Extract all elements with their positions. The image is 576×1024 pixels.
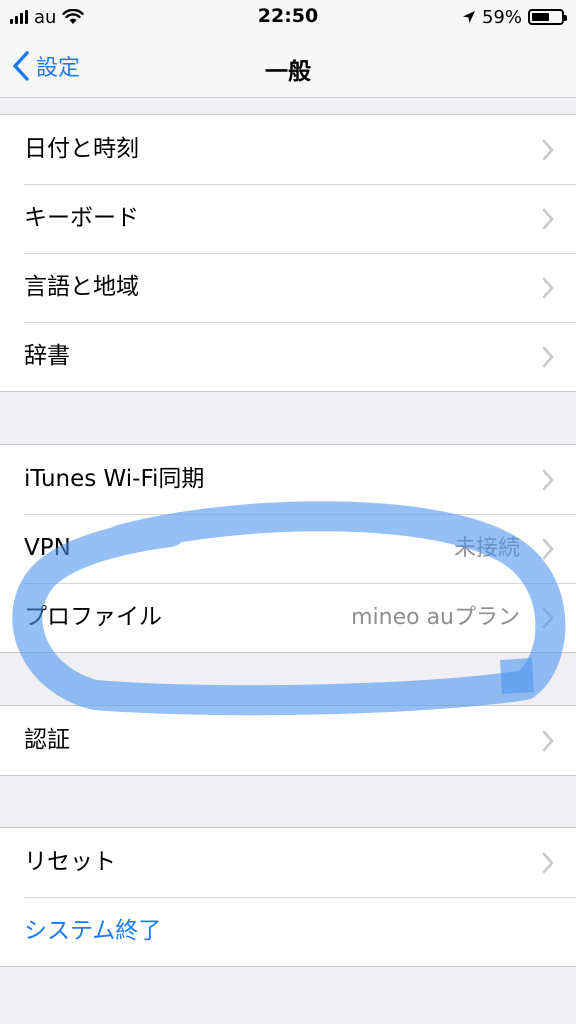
row-certification[interactable]: 認証 [0, 706, 576, 775]
shutdown-button[interactable]: システム終了 [0, 897, 576, 966]
chevron-right-icon [542, 208, 554, 230]
page-title: 一般 [265, 59, 311, 85]
row-vpn[interactable]: VPN 未接続 [0, 514, 576, 583]
chevron-right-icon [542, 139, 554, 161]
row-label: リセット [24, 849, 116, 875]
status-right: 59% [462, 6, 567, 28]
row-value: 未接続 [453, 536, 520, 561]
chevron-right-icon [542, 469, 554, 491]
chevron-right-icon [542, 277, 554, 299]
row-label: 言語と地域 [24, 274, 139, 300]
row-label: 認証 [24, 727, 70, 753]
row-date-time[interactable]: 日付と時刻 [0, 115, 576, 184]
status-bar: au 22:50 59% [0, 0, 576, 34]
row-keyboard[interactable]: キーボード [0, 184, 576, 253]
chevron-right-icon [542, 346, 554, 368]
row-label: プロファイル [24, 604, 162, 630]
row-value: mineo auプラン [351, 605, 520, 630]
chevron-right-icon [542, 538, 554, 560]
settings-group-3: 認証 [0, 705, 576, 776]
chevron-right-icon [542, 607, 554, 629]
row-language-region[interactable]: 言語と地域 [0, 253, 576, 322]
navigation-bar: 設定 一般 [0, 34, 576, 98]
battery-fill [532, 13, 549, 21]
row-dictionary[interactable]: 辞書 [0, 322, 576, 391]
row-label: VPN [24, 535, 71, 561]
row-label: システム終了 [24, 918, 162, 944]
location-arrow-icon [462, 11, 475, 23]
battery-percent: 59% [481, 6, 522, 28]
settings-screen: au 22:50 59% 設定 一般 日付と時刻 キーボード 言語と地域 辞書 … [0, 0, 576, 1024]
row-itunes-wifi-sync[interactable]: iTunes Wi-Fi同期 [0, 445, 576, 514]
settings-group-2: iTunes Wi-Fi同期 VPN 未接続 プロファイル mineo auプラ… [0, 444, 576, 653]
chevron-right-icon [542, 730, 554, 752]
settings-group-1: 日付と時刻 キーボード 言語と地域 辞書 [0, 114, 576, 392]
chevron-right-icon [542, 852, 554, 874]
settings-group-4: リセット システム終了 [0, 827, 576, 967]
row-label: iTunes Wi-Fi同期 [24, 466, 205, 492]
battery-icon [528, 9, 567, 25]
row-label: 日付と時刻 [24, 136, 139, 162]
row-label: キーボード [24, 205, 139, 231]
row-label: 辞書 [24, 343, 70, 369]
row-profile[interactable]: プロファイル mineo auプラン [0, 583, 576, 652]
row-reset[interactable]: リセット [0, 828, 576, 897]
